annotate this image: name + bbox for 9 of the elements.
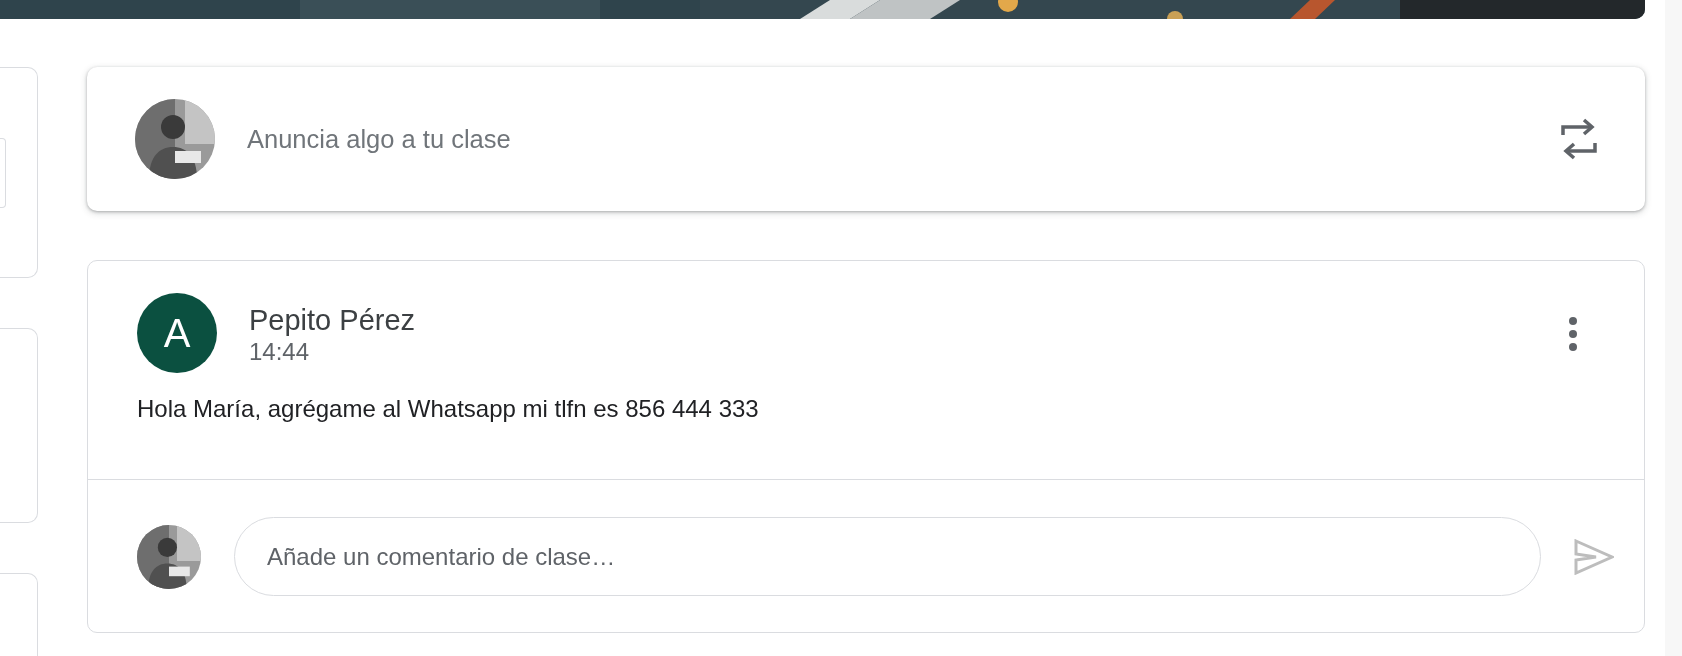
more-icon[interactable]	[1568, 317, 1578, 351]
side-field	[0, 137, 6, 208]
comment-field[interactable]: Añade un comentario de clase…	[234, 517, 1541, 596]
announce-field[interactable]: Anuncia algo a tu clase	[245, 118, 1531, 160]
post-text: Hola María, agrégame al Whatsapp mi tlfn es 856 444 333	[136, 394, 760, 424]
author-name: Pepito Pérez	[249, 303, 417, 337]
post-time: 14:44	[249, 337, 311, 367]
repost-icon[interactable]	[1561, 118, 1597, 160]
avatar: A	[137, 293, 217, 373]
